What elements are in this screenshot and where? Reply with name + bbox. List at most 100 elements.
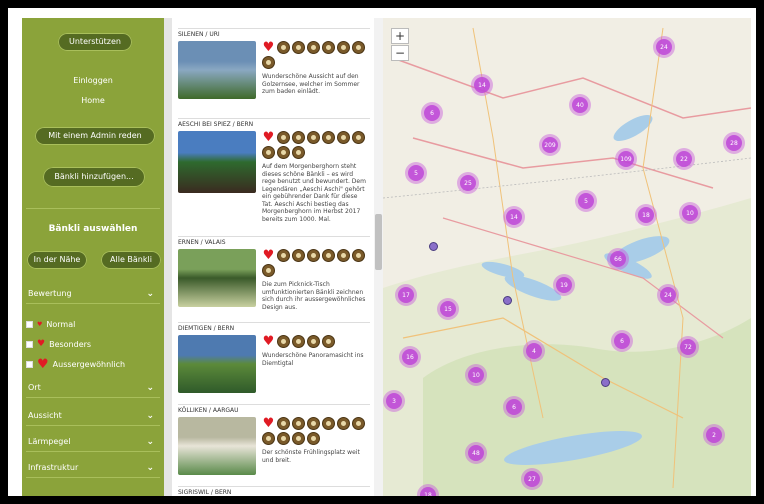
feature-badge-icon [337, 249, 350, 262]
map-cluster[interactable]: 48 [465, 442, 487, 464]
bench-card[interactable]: SIGRISWIL / BERN [178, 486, 370, 496]
filter-infrastructure[interactable]: Infrastruktur ⌄ [26, 458, 160, 478]
map-cluster[interactable]: 2 [703, 424, 725, 446]
home-link[interactable]: Home [22, 96, 164, 105]
support-button[interactable]: Unterstützen [57, 32, 133, 52]
map-cluster[interactable]: 19 [553, 274, 575, 296]
sidebar-scrollbar[interactable] [164, 18, 172, 496]
bench-badges: ♥ [262, 131, 368, 159]
feature-badge-icon [352, 41, 365, 54]
map-cluster[interactable]: 5 [575, 190, 597, 212]
map-cluster-count: 10 [682, 205, 698, 221]
map-cluster[interactable]: 18 [635, 204, 657, 226]
map-cluster[interactable]: 6 [611, 330, 633, 352]
feature-badge-icon [277, 335, 290, 348]
bench-card-place[interactable]: DIEMTIGEN / BERN [178, 322, 370, 335]
map-cluster[interactable]: 28 [723, 132, 745, 154]
map-cluster[interactable]: 16 [399, 346, 421, 368]
nearby-button[interactable]: In der Nähe [26, 250, 88, 270]
admin-chat-button[interactable]: Mit einem Admin reden [34, 126, 156, 146]
map-cluster[interactable]: 24 [657, 284, 679, 306]
rating-normal-option[interactable]: ♥ Normal [26, 320, 75, 329]
map-cluster[interactable]: 14 [471, 74, 493, 96]
map-cluster[interactable]: 6 [421, 102, 443, 124]
map-cluster[interactable]: 10 [465, 364, 487, 386]
heart-large-icon: ♥ [37, 357, 49, 372]
divider [26, 208, 160, 209]
bench-photo[interactable] [178, 417, 256, 475]
map-tiles [383, 18, 751, 496]
chevron-down-icon: ⌄ [146, 288, 154, 299]
map-cluster[interactable]: 24 [653, 36, 675, 58]
bench-card-place[interactable]: SIGRISWIL / BERN [178, 486, 370, 496]
checkbox[interactable] [26, 321, 33, 328]
bench-card-place[interactable]: KÖLLIKEN / AARGAU [178, 404, 370, 417]
bench-photo[interactable] [178, 131, 256, 193]
bench-card-place[interactable]: ERNEN / VALAIS [178, 236, 370, 249]
bench-card[interactable]: KÖLLIKEN / AARGAU ♥ Der schönste Frühlings… [178, 404, 370, 486]
feature-badge-icon [322, 335, 335, 348]
map-cluster[interactable]: 5 [405, 162, 427, 184]
add-bench-button[interactable]: Bänkli hinzufügen... [42, 166, 146, 188]
list-scroll-thumb[interactable] [375, 214, 382, 270]
feature-badge-icon [322, 41, 335, 54]
map-cluster-count: 19 [556, 277, 572, 293]
map-cluster[interactable]: 66 [607, 248, 629, 270]
map-cluster[interactable]: 3 [383, 390, 405, 412]
bench-photo[interactable] [178, 249, 256, 307]
feature-badge-icon [262, 56, 275, 69]
bench-badges: ♥ [262, 41, 368, 69]
feature-badge-icon [352, 417, 365, 430]
heart-icon: ♥ [262, 334, 275, 349]
list-scrollbar[interactable] [374, 18, 383, 496]
map-cluster[interactable]: 17 [395, 284, 417, 306]
filter-rating[interactable]: Bewertung ⌄ [26, 284, 160, 304]
zoom-in-button[interactable]: + [391, 28, 409, 44]
filter-view[interactable]: Aussicht ⌄ [26, 406, 160, 426]
map-cluster[interactable]: 15 [437, 298, 459, 320]
map-cluster[interactable]: 4 [523, 340, 545, 362]
rating-special-option[interactable]: ♥ Besonders [26, 339, 91, 349]
bench-list[interactable]: SILENEN / URI ♥ Wunderschöne Aussicht auf … [172, 18, 372, 496]
zoom-out-button[interactable]: − [391, 45, 409, 61]
bench-photo[interactable] [178, 41, 256, 99]
map-cluster[interactable]: 22 [673, 148, 695, 170]
map[interactable]: + − 24 14 40 6 209 28 5 25 109 22 5 14 18 10 66 17 15 19 2… [383, 18, 751, 496]
chevron-down-icon: ⌄ [146, 462, 154, 473]
all-benches-button[interactable]: Alle Bänkli [100, 250, 162, 270]
login-link[interactable]: Einloggen [22, 76, 164, 85]
checkbox[interactable] [26, 361, 33, 368]
map-cluster[interactable]: 14 [503, 206, 525, 228]
map-cluster-count: 48 [468, 445, 484, 461]
bench-card[interactable]: AESCHI BEI SPIEZ / BERN ♥ Auf dem Morgenbe… [178, 118, 370, 236]
feature-badge-icon [322, 417, 335, 430]
map-cluster[interactable]: 72 [677, 336, 699, 358]
map-cluster[interactable]: 109 [615, 148, 637, 170]
map-pin-icon[interactable] [601, 378, 610, 387]
filter-place[interactable]: Ort ⌄ [26, 378, 160, 398]
bench-card-place[interactable]: SILENEN / URI [178, 28, 370, 41]
bench-card[interactable]: ERNEN / VALAIS ♥ Die zum Picknick-Tisch um… [178, 236, 370, 322]
map-cluster[interactable]: 27 [521, 468, 543, 490]
app-window: Unterstützen Einloggen Home Mit einem Ad… [8, 8, 756, 496]
feature-badge-icon [307, 335, 320, 348]
map-pin-icon[interactable] [503, 296, 512, 305]
filter-noise[interactable]: Lärmpegel ⌄ [26, 432, 160, 452]
map-cluster[interactable]: 10 [679, 202, 701, 224]
map-pin-icon[interactable] [429, 242, 438, 251]
sidebar: Unterstützen Einloggen Home Mit einem Ad… [22, 18, 164, 496]
checkbox[interactable] [26, 340, 33, 348]
map-cluster[interactable]: 40 [569, 94, 591, 116]
map-cluster-count: 18 [638, 207, 654, 223]
feature-badge-icon [292, 432, 305, 445]
map-cluster[interactable]: 25 [457, 172, 479, 194]
map-cluster[interactable]: 6 [503, 396, 525, 418]
bench-card-place[interactable]: AESCHI BEI SPIEZ / BERN [178, 118, 370, 131]
feature-badge-icon [277, 417, 290, 430]
bench-card[interactable]: SILENEN / URI ♥ Wunderschöne Aussicht auf … [178, 28, 370, 118]
bench-photo[interactable] [178, 335, 256, 393]
rating-extraordinary-label: Aussergewöhnlich [52, 360, 126, 369]
bench-card[interactable]: DIEMTIGEN / BERN ♥ Wunderschöne Panoramasi… [178, 322, 370, 404]
map-cluster[interactable]: 209 [539, 134, 561, 156]
rating-extraordinary-option[interactable]: ♥ Aussergewöhnlich [26, 357, 125, 372]
